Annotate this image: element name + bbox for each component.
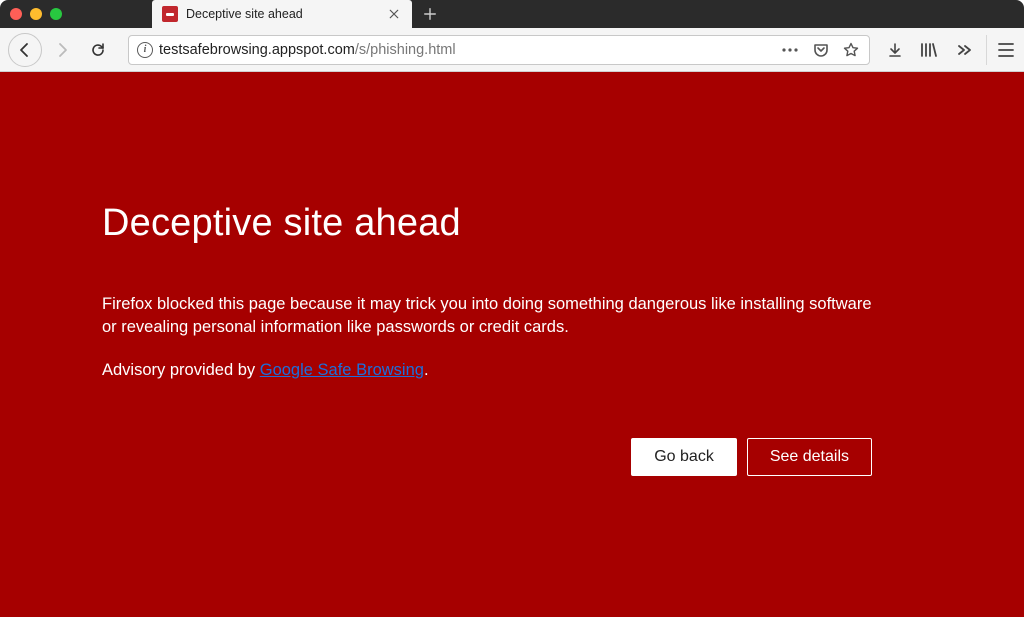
new-tab-button[interactable] <box>416 0 444 28</box>
urlbar-actions <box>781 42 861 58</box>
tab-strip: Deceptive site ahead <box>152 0 444 28</box>
window-controls <box>10 8 62 20</box>
go-back-button[interactable]: Go back <box>631 438 737 476</box>
browser-tab[interactable]: Deceptive site ahead <box>152 0 412 28</box>
warning-buttons: Go back See details <box>102 438 882 476</box>
navigation-toolbar: i testsafebrowsing.appspot.com/s/phishin… <box>0 28 1024 72</box>
site-info-icon[interactable]: i <box>137 42 153 58</box>
address-bar[interactable]: i testsafebrowsing.appspot.com/s/phishin… <box>128 35 870 65</box>
page-content: Deceptive site ahead Firefox blocked thi… <box>0 72 1024 617</box>
warning-title: Deceptive site ahead <box>102 202 882 245</box>
minimize-window-button[interactable] <box>30 8 42 20</box>
close-window-button[interactable] <box>10 8 22 20</box>
fullscreen-window-button[interactable] <box>50 8 62 20</box>
library-button[interactable] <box>914 35 944 65</box>
see-details-button[interactable]: See details <box>747 438 872 476</box>
advisory-suffix: . <box>424 361 429 379</box>
advisory-prefix: Advisory provided by <box>102 361 260 379</box>
url-domain: testsafebrowsing.appspot.com <box>159 42 355 58</box>
forward-button[interactable] <box>46 34 78 66</box>
url-text: testsafebrowsing.appspot.com/s/phishing.… <box>159 42 775 58</box>
app-menu-button[interactable] <box>986 35 1016 65</box>
url-path: /s/phishing.html <box>355 42 456 58</box>
overflow-button[interactable] <box>948 35 978 65</box>
toolbar-right <box>880 35 1016 65</box>
tab-close-button[interactable] <box>386 6 402 22</box>
google-safe-browsing-link[interactable]: Google Safe Browsing <box>260 361 424 379</box>
bookmark-star-icon[interactable] <box>843 42 859 58</box>
window-titlebar: Deceptive site ahead <box>0 0 1024 28</box>
reload-button[interactable] <box>82 34 114 66</box>
pocket-icon[interactable] <box>813 42 829 58</box>
warning-container: Deceptive site ahead Firefox blocked thi… <box>102 72 922 476</box>
tab-favicon <box>162 6 178 22</box>
back-button[interactable] <box>8 33 42 67</box>
warning-advisory: Advisory provided by Google Safe Browsin… <box>102 359 882 382</box>
page-actions-button[interactable] <box>781 47 799 53</box>
downloads-button[interactable] <box>880 35 910 65</box>
tab-title: Deceptive site ahead <box>186 7 378 21</box>
warning-body: Firefox blocked this page because it may… <box>102 293 882 339</box>
